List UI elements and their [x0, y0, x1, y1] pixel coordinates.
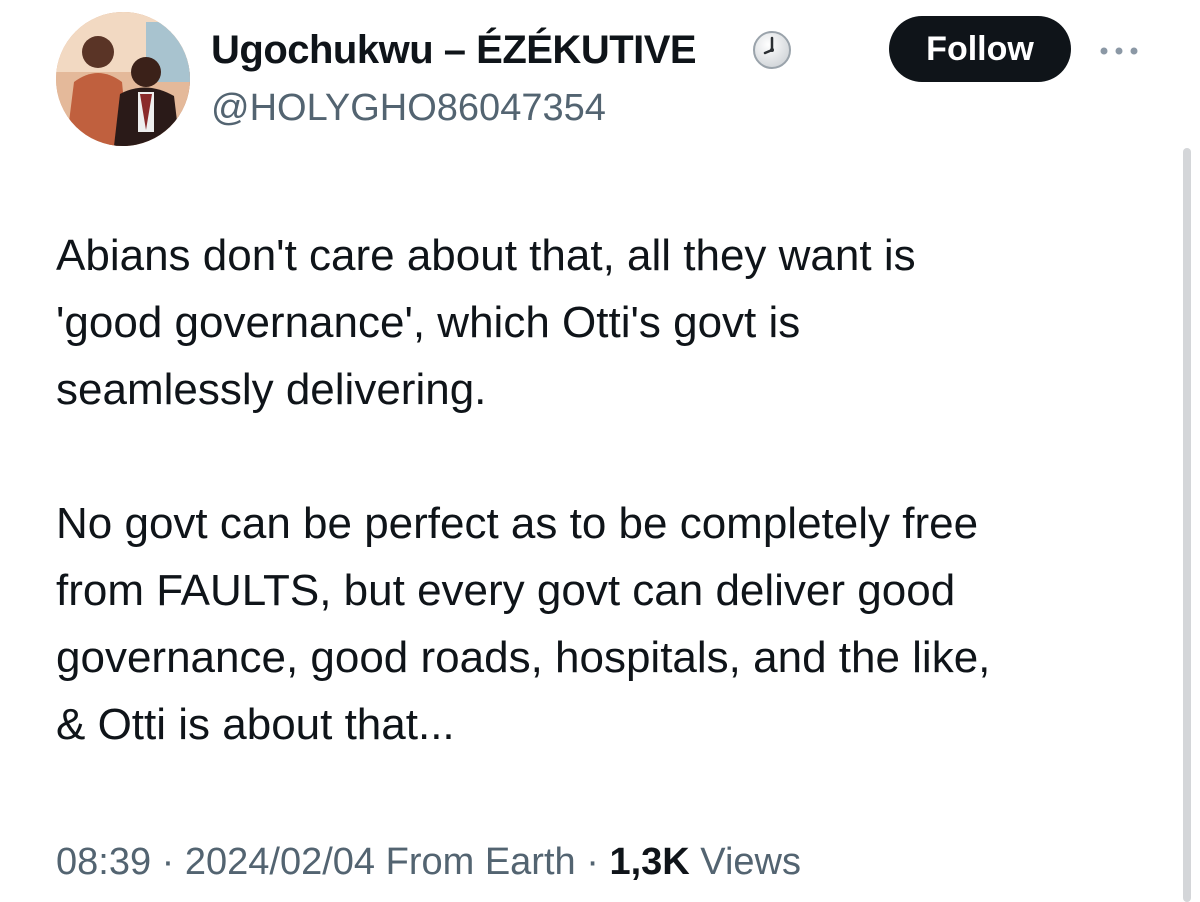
follow-button[interactable]: Follow [889, 16, 1071, 82]
user-handle[interactable]: @HOLYGHO86047354 [211, 84, 606, 132]
meta-separator: · [575, 841, 610, 883]
meta-separator: · [151, 841, 185, 883]
tweet-meta: 08:39 · 2024/02/04 From Earth · 1,3K Vie… [56, 836, 801, 888]
avatar[interactable] [56, 12, 190, 146]
views-count[interactable]: 1,3K [609, 841, 689, 883]
clock-icon [753, 31, 791, 69]
tweet-time[interactable]: 08:39 [56, 841, 151, 883]
tweet-text: Abians don't care about that, all they w… [56, 231, 991, 749]
tweet-source: From Earth [375, 841, 576, 883]
avatar-photo [56, 12, 190, 146]
more-horizontal-icon[interactable] [1098, 44, 1140, 58]
scrollbar[interactable] [1183, 148, 1191, 902]
views-label: Views [689, 841, 801, 883]
tweet-date[interactable]: 2024/02/04 [185, 841, 375, 883]
display-name[interactable]: Ugochukwu – ÉZÉKUTIVE [211, 24, 697, 76]
